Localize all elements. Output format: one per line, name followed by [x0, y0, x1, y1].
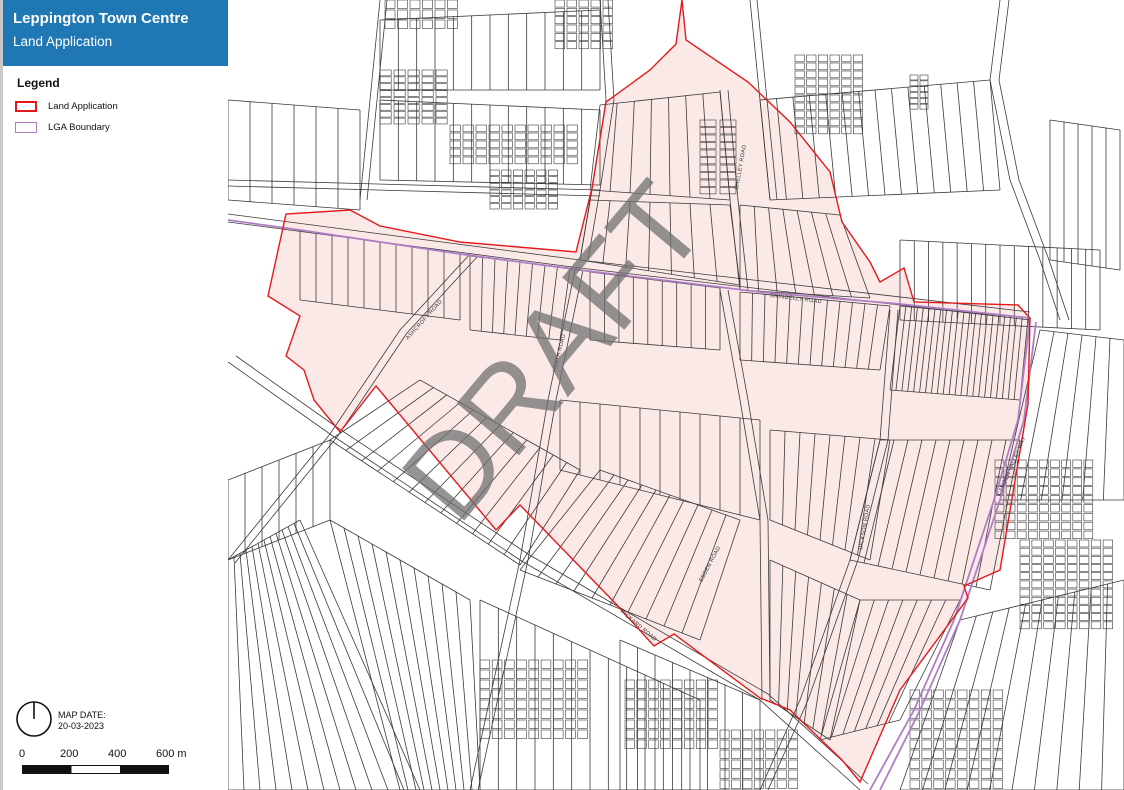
legend-title: Legend: [17, 76, 60, 90]
scale-bar: [22, 765, 169, 774]
legend-label: Land Application: [48, 101, 118, 112]
scale-label-0: 0: [19, 748, 26, 760]
scale-label-200: 200: [60, 748, 79, 760]
map-canvas[interactable]: BRINGELLY ROAD RICKARD ROAD EBDEN ROAD A…: [228, 0, 1124, 790]
map-subtitle: Land Application: [13, 34, 113, 49]
lga-boundary-swatch: [15, 122, 37, 133]
map-svg[interactable]: BRINGELLY ROAD RICKARD ROAD EBDEN ROAD A…: [228, 0, 1124, 790]
title-banner: Leppington Town Centre Land Application: [3, 0, 228, 66]
land-application-swatch: [15, 101, 37, 112]
north-arrow-icon: [16, 701, 52, 737]
map-date-value: 20-03-2023: [58, 721, 105, 731]
scale-label-600: 600 m: [156, 748, 187, 760]
sidebar-panel: Leppington Town Centre Land Application …: [0, 0, 228, 790]
map-date-label: MAP DATE:: [58, 710, 106, 720]
legend-label: LGA Boundary: [48, 122, 110, 133]
map-title: Leppington Town Centre: [13, 10, 189, 27]
scale-label-400: 400: [108, 748, 127, 760]
